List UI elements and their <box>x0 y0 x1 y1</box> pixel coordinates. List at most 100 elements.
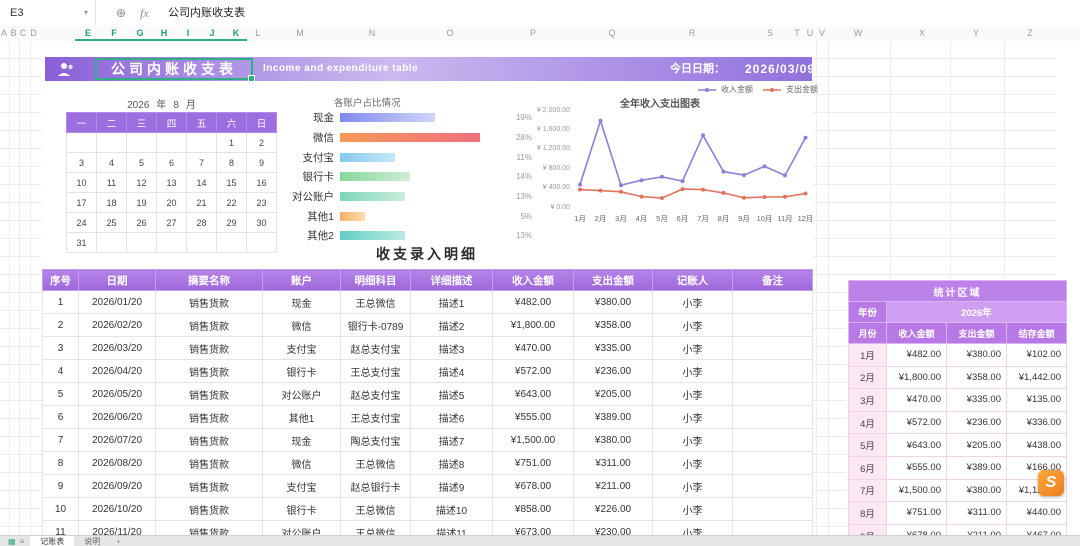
detail-cell[interactable]: 描述11 <box>410 520 493 535</box>
detail-cell[interactable]: 7 <box>42 428 79 452</box>
stats-cell[interactable]: ¥335.00 <box>946 388 1007 412</box>
calendar-day[interactable]: 12 <box>126 172 157 193</box>
detail-cell[interactable]: ¥230.00 <box>573 520 653 535</box>
detail-cell[interactable]: 销售货款 <box>155 520 263 535</box>
stats-cell[interactable]: ¥336.00 <box>1006 410 1067 435</box>
detail-cell[interactable]: 销售货款 <box>155 290 263 314</box>
detail-header-cell[interactable]: 账户 <box>262 269 341 291</box>
column-header-W[interactable]: W <box>854 26 863 41</box>
detail-cell[interactable]: 陶总支付宝 <box>340 428 411 452</box>
stats-year-value[interactable]: 2026年 <box>886 301 1067 323</box>
stats-header-cell[interactable]: 结存金额 <box>1006 322 1067 344</box>
calendar-day[interactable]: 3 <box>66 152 97 173</box>
calendar-day[interactable]: 14 <box>186 172 217 193</box>
column-header-P[interactable]: P <box>530 26 536 41</box>
detail-cell[interactable]: ¥1,500.00 <box>492 428 574 452</box>
detail-cell[interactable]: ¥380.00 <box>573 290 653 314</box>
annual-line-chart[interactable] <box>572 108 812 212</box>
detail-cell[interactable]: ¥555.00 <box>492 405 574 429</box>
stats-cell[interactable]: 5月 <box>848 433 887 457</box>
calendar-year[interactable]: 2026 <box>127 100 149 111</box>
calendar-day[interactable]: 5 <box>126 152 157 173</box>
insert-function-icon[interactable]: ⊕ <box>116 0 126 26</box>
detail-cell[interactable]: 小李 <box>652 405 733 429</box>
detail-cell[interactable] <box>732 359 813 383</box>
stats-cell[interactable]: ¥102.00 <box>1006 343 1067 367</box>
stats-cell[interactable]: ¥643.00 <box>886 433 947 457</box>
stats-cell[interactable]: ¥440.00 <box>1006 501 1067 525</box>
detail-cell[interactable]: 2026/08/20 <box>78 451 156 475</box>
detail-cell[interactable]: ¥205.00 <box>573 382 653 406</box>
detail-cell[interactable]: 2026/01/20 <box>78 290 156 314</box>
column-header-K[interactable]: K <box>233 26 240 41</box>
detail-cell[interactable]: ¥482.00 <box>492 290 574 314</box>
detail-cell[interactable]: 小李 <box>652 336 733 360</box>
detail-cell[interactable]: ¥211.00 <box>573 474 653 498</box>
detail-cell[interactable]: ¥335.00 <box>573 336 653 360</box>
column-header-O[interactable]: O <box>446 26 453 41</box>
stats-header-cell[interactable]: 月份 <box>848 322 887 344</box>
calendar-day[interactable] <box>66 132 97 153</box>
detail-cell[interactable]: 描述8 <box>410 451 493 475</box>
detail-header-cell[interactable]: 支出金额 <box>573 269 653 291</box>
selected-title-cell[interactable]: 公司内账收支表 <box>95 58 255 82</box>
calendar-day[interactable] <box>126 132 157 153</box>
detail-cell[interactable]: 小李 <box>652 474 733 498</box>
detail-cell[interactable]: 销售货款 <box>155 428 263 452</box>
detail-cell[interactable] <box>732 451 813 475</box>
detail-cell[interactable]: ¥858.00 <box>492 497 574 521</box>
detail-cell[interactable]: 描述1 <box>410 290 493 314</box>
detail-cell[interactable]: 销售货款 <box>155 497 263 521</box>
stats-cell[interactable]: ¥438.00 <box>1006 433 1067 457</box>
detail-cell[interactable]: 2026/09/20 <box>78 474 156 498</box>
detail-cell[interactable] <box>732 428 813 452</box>
detail-cell[interactable] <box>732 497 813 521</box>
detail-cell[interactable]: 4 <box>42 359 79 383</box>
detail-cell[interactable]: 现金 <box>262 290 341 314</box>
formula-input[interactable]: 公司内账收支表 <box>168 0 245 26</box>
detail-cell[interactable]: 2026/06/20 <box>78 405 156 429</box>
detail-cell[interactable]: 对公账户 <box>262 520 341 535</box>
calendar-day[interactable]: 10 <box>66 172 97 193</box>
stats-cell[interactable]: ¥678.00 <box>886 523 947 535</box>
column-header-L[interactable]: L <box>255 26 260 41</box>
detail-cell[interactable]: ¥751.00 <box>492 451 574 475</box>
calendar-day[interactable]: 27 <box>156 212 187 233</box>
column-header-T[interactable]: T <box>794 26 800 41</box>
detail-cell[interactable]: 银行卡 <box>262 359 341 383</box>
detail-cell[interactable]: ¥311.00 <box>573 451 653 475</box>
calendar-day[interactable]: 16 <box>246 172 277 193</box>
stats-cell[interactable]: ¥470.00 <box>886 388 947 412</box>
calendar-day[interactable]: 18 <box>96 192 127 213</box>
column-header-D[interactable]: D <box>30 26 37 41</box>
stats-cell[interactable]: 9月 <box>848 523 887 535</box>
stats-cell[interactable]: ¥555.00 <box>886 455 947 480</box>
name-box[interactable]: E3 ▾ <box>0 0 96 26</box>
detail-cell[interactable]: 描述4 <box>410 359 493 383</box>
detail-cell[interactable]: 王总支付宝 <box>340 405 411 429</box>
detail-header-cell[interactable]: 序号 <box>42 269 79 291</box>
sheet-menu-icon[interactable]: ≡ <box>20 537 25 546</box>
stats-cell[interactable]: ¥205.00 <box>946 433 1007 457</box>
column-header-Z[interactable]: Z <box>1027 26 1033 41</box>
detail-cell[interactable]: 1 <box>42 290 79 314</box>
detail-cell[interactable]: 销售货款 <box>155 405 263 429</box>
detail-cell[interactable]: 销售货款 <box>155 382 263 406</box>
calendar-day[interactable]: 30 <box>246 212 277 233</box>
column-header-R[interactable]: R <box>689 26 696 41</box>
detail-cell[interactable]: 3 <box>42 336 79 360</box>
stats-header-cell[interactable]: 支出金额 <box>946 322 1007 344</box>
stats-cell[interactable]: 1月 <box>848 343 887 367</box>
calendar-day[interactable]: 6 <box>156 152 187 173</box>
column-header-I[interactable]: I <box>187 26 190 41</box>
detail-header-cell[interactable]: 明细科目 <box>340 269 411 291</box>
detail-header-cell[interactable]: 记账人 <box>652 269 733 291</box>
calendar-day[interactable]: 15 <box>216 172 247 193</box>
detail-cell[interactable]: 小李 <box>652 313 733 337</box>
stats-cell[interactable]: ¥751.00 <box>886 501 947 525</box>
calendar-day[interactable]: 13 <box>156 172 187 193</box>
detail-cell[interactable]: 销售货款 <box>155 451 263 475</box>
detail-header-cell[interactable]: 摘要名称 <box>155 269 263 291</box>
detail-cell[interactable]: 描述3 <box>410 336 493 360</box>
detail-cell[interactable]: 对公账户 <box>262 382 341 406</box>
